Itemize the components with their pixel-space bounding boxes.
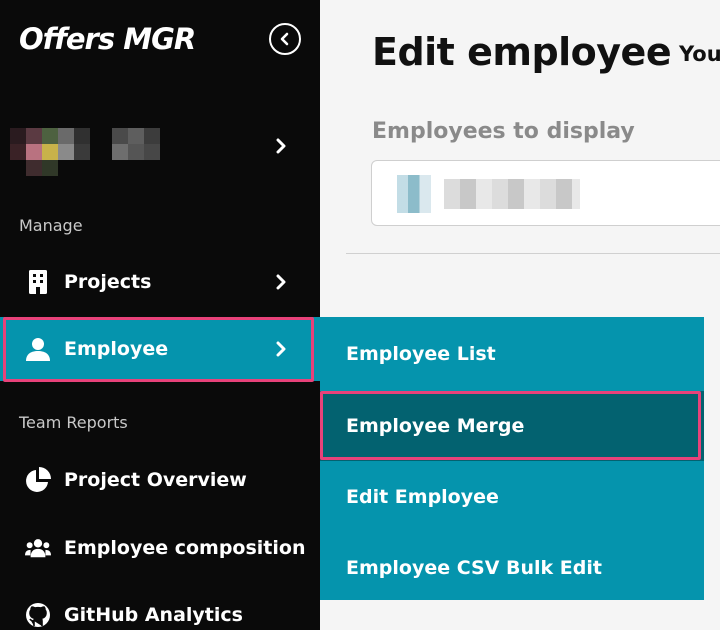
chevron-right-icon [276, 274, 286, 290]
section-label-team-reports: Team Reports [19, 413, 128, 432]
sidebar-item-github-analytics[interactable]: GitHub Analytics [0, 583, 320, 630]
user-name [112, 128, 176, 176]
employees-select[interactable] [371, 160, 720, 226]
submenu-item-employee-list[interactable]: Employee List [320, 319, 704, 389]
collapse-sidebar-button[interactable] [269, 23, 301, 55]
sidebar-item-label: Project Overview [64, 469, 247, 491]
sidebar-item-project-overview[interactable]: Project Overview [0, 448, 320, 512]
chevron-right-icon [276, 138, 286, 154]
chevron-left-icon [280, 32, 289, 46]
sidebar-item-employee-composition[interactable]: Employee composition [0, 516, 320, 580]
sidebar-item-projects[interactable]: Projects [0, 250, 320, 314]
chevron-right-icon [276, 341, 286, 357]
user-icon [25, 336, 51, 362]
submenu-item-label: Employee List [346, 343, 496, 365]
selected-employee-avatar [397, 175, 431, 213]
user-profile-row[interactable] [0, 108, 320, 180]
submenu-item-edit-employee[interactable]: Edit Employee [320, 462, 704, 532]
sidebar-item-label: GitHub Analytics [64, 604, 243, 626]
page-note: You [679, 42, 720, 66]
sidebar-item-label: Projects [64, 271, 152, 293]
submenu-item-employee-csv-bulk-edit[interactable]: Employee CSV Bulk Edit [320, 533, 704, 603]
sidebar-item-label: Employee [64, 338, 169, 360]
employees-field-label: Employees to display [372, 119, 635, 144]
section-label-manage: Manage [19, 216, 83, 235]
divider [346, 253, 720, 254]
users-icon [25, 535, 51, 561]
avatar [10, 128, 94, 176]
submenu-item-label: Employee Merge [346, 415, 525, 437]
sidebar: Offers MGR Manage Projects Employee Team… [0, 0, 320, 630]
page-title: Edit employee [372, 30, 672, 74]
submenu-item-employee-merge[interactable]: Employee Merge [320, 391, 704, 461]
sidebar-item-employee[interactable]: Employee [0, 317, 320, 381]
pie-chart-icon [25, 467, 51, 493]
app-logo[interactable]: Offers MGR [19, 22, 196, 56]
github-icon [25, 602, 51, 628]
employee-submenu: Employee List Employee Merge Edit Employ… [320, 317, 704, 600]
building-icon [25, 269, 51, 295]
sidebar-item-label: Employee composition [64, 537, 306, 559]
submenu-item-label: Employee CSV Bulk Edit [346, 557, 602, 579]
submenu-item-label: Edit Employee [346, 486, 499, 508]
selected-employee-name [444, 179, 580, 209]
